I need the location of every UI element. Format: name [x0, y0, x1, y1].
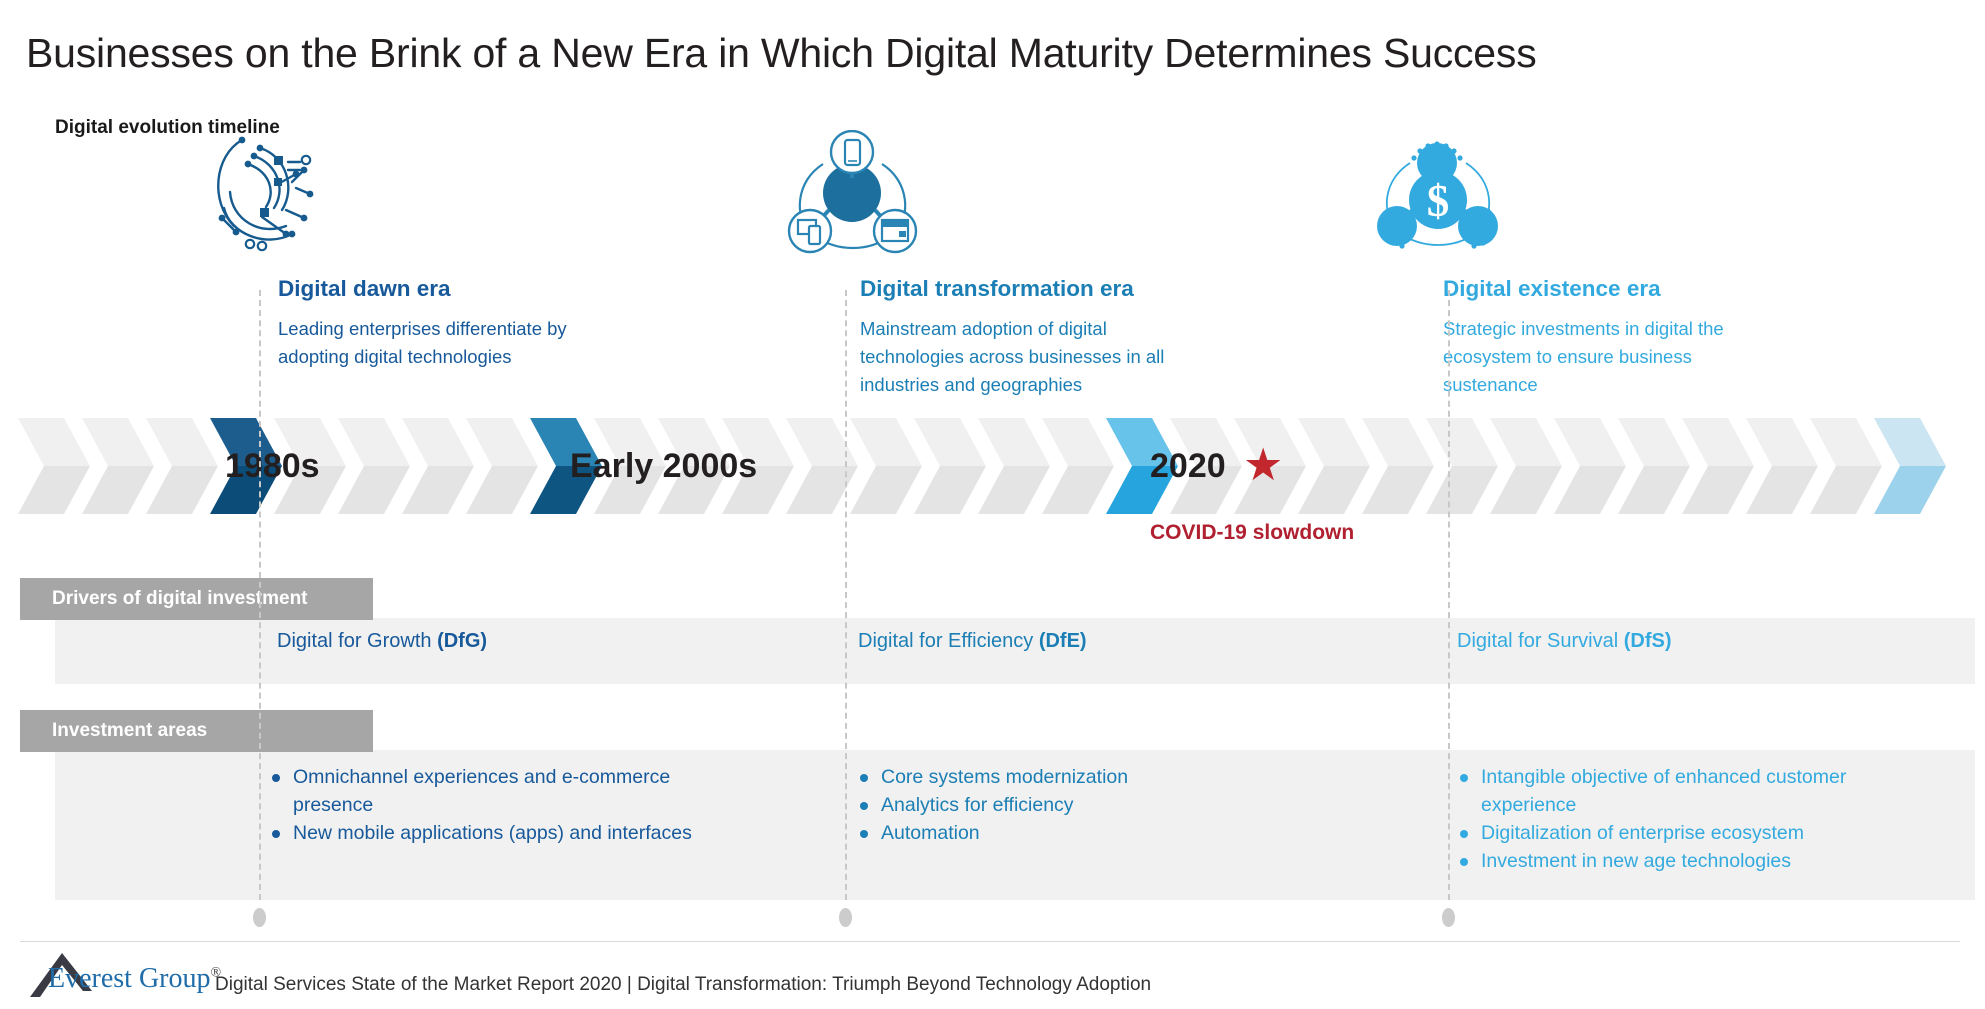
era-heading-3: Digital existence era	[1443, 276, 1661, 301]
timeline-chevron	[466, 418, 538, 514]
investment-list-2: Core systems modernization Analytics for…	[855, 763, 1275, 847]
list-item: Intangible objective of enhanced custome…	[1455, 763, 1885, 819]
timeline-chevron	[1490, 418, 1562, 514]
timeline-chevron	[1746, 418, 1818, 514]
driver-cell-3-abbr: (DfS)	[1623, 630, 1672, 652]
guide-end-dot-1	[253, 908, 266, 927]
era-description-3: Strategic investments in digital the eco…	[1443, 318, 1724, 395]
investment-list-1: Omnichannel experiences and e-commerce p…	[267, 763, 722, 847]
era-description-1: Leading enterprises differentiate by ado…	[278, 318, 567, 367]
timeline-marker-1980s: 1980s	[225, 446, 320, 485]
timeline-chevron	[1042, 418, 1114, 514]
footer: Everest Group® Digital Services State of…	[0, 941, 1985, 1009]
timeline-marker-2020: 2020	[1150, 446, 1226, 485]
driver-cell-3-text: Digital for Survival	[1457, 630, 1624, 652]
drivers-row-tag: Drivers of digital investment	[20, 578, 373, 620]
page-title: Businesses on the Brink of a New Era in …	[26, 30, 1537, 76]
guide-line-2	[845, 290, 847, 900]
timeline-chevron	[18, 418, 90, 514]
timeline-chevron	[1682, 418, 1754, 514]
driver-cell-1: Digital for Growth (DfG)	[277, 630, 487, 653]
connected-devices-hub-icon	[785, 129, 920, 260]
everest-group-logo-text: Everest Group®	[48, 963, 221, 995]
list-item: Analytics for efficiency	[855, 791, 1275, 819]
covid-slowdown-label: COVID-19 slowdown	[1150, 521, 1355, 544]
investment-list-3: Intangible objective of enhanced custome…	[1455, 763, 1885, 875]
driver-cell-1-text: Digital for Growth	[277, 630, 438, 652]
timeline-chevron	[1618, 418, 1690, 514]
timeline-chevron	[1362, 418, 1434, 514]
guide-end-dot-2	[839, 908, 852, 927]
list-item: Automation	[855, 819, 1275, 847]
guide-line-3	[1448, 290, 1450, 900]
dollar-ecosystem-network-icon: $	[1368, 125, 1508, 260]
driver-cell-2-text: Digital for Efficiency	[858, 630, 1039, 652]
timeline-chevron	[402, 418, 474, 514]
list-item: Core systems modernization	[855, 763, 1275, 791]
list-item: New mobile applications (apps) and inter…	[267, 819, 722, 847]
slide-root: Businesses on the Brink of a New Era in …	[0, 0, 1985, 1009]
red-star-icon: ★	[1243, 439, 1284, 490]
driver-cell-2: Digital for Efficiency (DfE)	[858, 630, 1087, 653]
list-item: Investment in new age technologies	[1455, 847, 1885, 875]
list-item: Omnichannel experiences and e-commerce p…	[267, 763, 722, 819]
timeline-marker-early-2000s: Early 2000s	[570, 446, 758, 485]
timeline-chevron	[82, 418, 154, 514]
timeline-chevron	[338, 418, 410, 514]
digital-network-swirl-icon	[200, 122, 330, 262]
era-heading-1: Digital dawn era	[278, 276, 451, 301]
timeline-accent-chevron	[1874, 418, 1946, 514]
driver-cell-2-abbr: (DfE)	[1038, 630, 1087, 652]
driver-cell-3: Digital for Survival (DfS)	[1457, 630, 1671, 653]
footer-source-text: Digital Services State of the Market Rep…	[215, 974, 1152, 995]
era-description-2: Mainstream adoption of digital technolog…	[860, 318, 1165, 395]
timeline-chevron	[850, 418, 922, 514]
investment-row-tag: Investment areas	[20, 710, 373, 752]
list-item: Digitalization of enterprise ecosystem	[1455, 819, 1885, 847]
timeline-chevron	[146, 418, 218, 514]
timeline-chevron	[1298, 418, 1370, 514]
timeline-chevron	[978, 418, 1050, 514]
driver-cell-1-abbr: (DfG)	[437, 630, 488, 652]
guide-line-1	[259, 290, 261, 900]
logo-name: Everest Group	[48, 963, 211, 994]
timeline-chevron	[1426, 418, 1498, 514]
footer-divider	[20, 941, 1960, 942]
svg-text:$: $	[1427, 176, 1450, 226]
era-heading-2: Digital transformation era	[860, 276, 1134, 301]
timeline-chevron	[786, 418, 858, 514]
timeline-chevron	[1810, 418, 1882, 514]
timeline-chevron	[914, 418, 986, 514]
guide-end-dot-3	[1442, 908, 1455, 927]
timeline-chevron	[1554, 418, 1626, 514]
